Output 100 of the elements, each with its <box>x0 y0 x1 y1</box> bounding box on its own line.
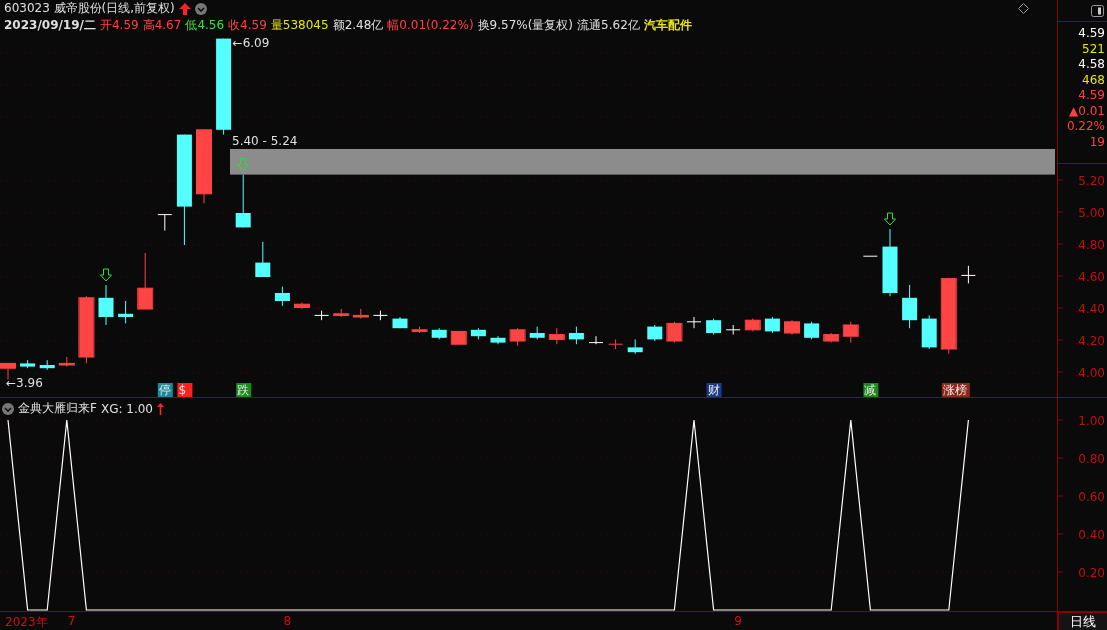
indicator-reading: XG: 1.00 <box>100 401 153 416</box>
date-axis-label: 2023年 <box>5 614 48 630</box>
price-axis-label: 4.20 <box>1078 334 1105 348</box>
quote-field: 换9.57%(量复权) <box>477 17 574 34</box>
quote-value: ▲0.01 <box>1069 103 1105 119</box>
chevron-down-icon[interactable] <box>2 402 14 415</box>
candlestick <box>333 308 350 318</box>
down-arrow-icon <box>237 158 250 172</box>
quote-field: 开4.59 <box>99 17 139 34</box>
quote-value: 4.58 <box>1078 57 1105 73</box>
candlestick <box>274 286 290 307</box>
quote-field: 2023/09/19/二 <box>4 17 96 34</box>
date-axis-label: 8 <box>283 614 292 628</box>
candlestick <box>725 324 741 336</box>
candlestick <box>98 284 114 326</box>
candlestick <box>627 338 643 355</box>
quote-field: 量538045 <box>270 17 329 34</box>
down-arrow-icon <box>884 212 896 226</box>
candlestick <box>58 356 75 368</box>
candlestick <box>450 330 467 345</box>
quote-field: 汽车配件 <box>643 17 692 34</box>
candlestick <box>392 316 408 329</box>
signal-tag[interactable]: 财 <box>706 383 722 397</box>
candlestick <box>118 300 134 324</box>
candlestick <box>314 310 330 321</box>
candlestick <box>764 316 780 334</box>
candlestick <box>862 255 878 257</box>
price-axis-label: 4.60 <box>1078 270 1105 284</box>
candlestick <box>686 316 702 329</box>
price-axis-label: 5.00 <box>1078 206 1105 220</box>
candlestick <box>470 327 486 340</box>
price-axis-label: 5.20 <box>1078 174 1105 188</box>
quote-value: 4.59 <box>1078 26 1105 42</box>
panel-toggle-icon[interactable] <box>1091 4 1104 17</box>
quote-field: 高4.67 <box>142 17 182 34</box>
candlestick <box>568 326 584 345</box>
quote-value: 521 <box>1082 41 1105 57</box>
candlestick <box>255 241 271 278</box>
indicator-name: 金典大雁归来F <box>18 400 97 417</box>
indicator-axis-label: 0.60 <box>1078 490 1105 504</box>
quote-field: 收4.59 <box>228 17 267 34</box>
stock-title: 603023 威帝股份(日线,前复权) <box>4 0 175 17</box>
candlestick <box>548 327 565 345</box>
candlestick <box>960 265 976 284</box>
candlestick <box>823 332 840 344</box>
candlestick <box>666 321 683 344</box>
quote-value: 468 <box>1082 72 1105 88</box>
quote-field: 幅0.01(0.22%) <box>387 17 474 34</box>
candlestick <box>842 321 859 344</box>
candlestick <box>137 252 154 310</box>
candlestick <box>235 174 251 228</box>
candlestick <box>588 335 604 345</box>
price-axis-label: 4.80 <box>1078 238 1105 252</box>
low-price-label: ←3.96 <box>6 376 43 391</box>
indicator-axis-label: 1.00 <box>1078 414 1105 428</box>
candlestick <box>157 214 173 232</box>
signal-tag[interactable]: 涨榜 <box>941 383 970 397</box>
candlestick <box>411 326 428 334</box>
candlestick <box>78 295 95 364</box>
indicator-axis-label: 0.20 <box>1078 566 1105 580</box>
period-tab[interactable]: 日线 <box>1058 612 1107 630</box>
date-axis-label: 9 <box>734 614 742 628</box>
candlestick <box>804 321 820 340</box>
diamond-icon[interactable] <box>1018 3 1029 14</box>
candlestick <box>921 314 937 350</box>
down-arrow-icon <box>100 268 112 282</box>
signal-tag[interactable]: 停 <box>157 383 173 397</box>
up-arrow-icon <box>178 2 191 15</box>
candlestick <box>608 338 624 350</box>
quote-field: 流通5.62亿 <box>577 17 640 34</box>
quote-value: 0.22% <box>1066 119 1105 135</box>
signal-tag[interactable]: $ <box>177 383 193 397</box>
candlestick <box>20 359 36 369</box>
signal-tag[interactable]: 跌 <box>236 383 252 397</box>
candlestick <box>509 327 526 347</box>
candlestick <box>647 324 663 342</box>
indicator-axis-label: 0.40 <box>1078 528 1105 542</box>
candlestick <box>39 359 55 371</box>
chevron-down-icon[interactable] <box>194 2 207 15</box>
quote-value: 19 <box>1089 134 1105 150</box>
candlestick <box>902 284 918 329</box>
price-axis-label: 4.40 <box>1078 302 1105 316</box>
candlestick <box>352 308 369 320</box>
quote-value: 4.59 <box>1078 88 1105 104</box>
indicator-axis-label: 0.80 <box>1078 452 1105 466</box>
candlestick <box>529 326 545 340</box>
date-axis-label: 7 <box>67 614 76 628</box>
candlestick <box>372 310 388 321</box>
price-range-label: 5.40 - 5.24 <box>232 134 298 148</box>
candlestick <box>294 302 310 310</box>
signal-tag[interactable]: 减 <box>863 383 879 397</box>
up-arrow-icon <box>157 402 164 415</box>
price-axis-label: 4.00 <box>1078 366 1105 380</box>
quote-field: 低4.56 <box>185 17 225 34</box>
candlestick <box>490 335 506 345</box>
candlestick <box>706 318 722 336</box>
high-price-label: ←6.09 <box>232 35 270 50</box>
quote-field: 额2.48亿 <box>332 17 384 34</box>
candlestick <box>784 319 800 336</box>
candlestick <box>744 318 761 332</box>
